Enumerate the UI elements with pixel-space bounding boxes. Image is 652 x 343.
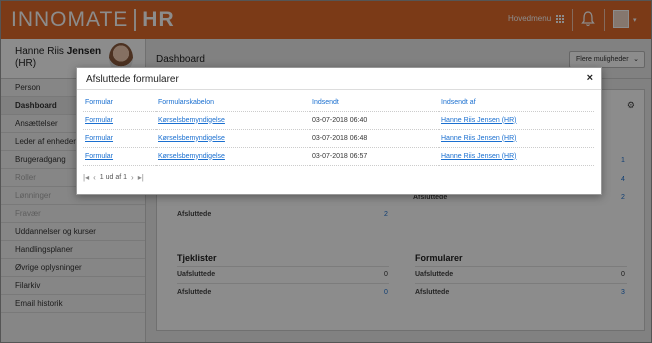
column-header-indsendt-af[interactable]: Indsendt af bbox=[439, 94, 594, 112]
table-header-row: Formular Formularskabelon Indsendt Indse… bbox=[83, 94, 594, 112]
page-indicator: 1 ud af 1 bbox=[99, 174, 128, 181]
prev-page-icon[interactable]: ‹ bbox=[93, 173, 96, 182]
form-template-link[interactable]: Kørselsbemyndigelse bbox=[158, 153, 225, 160]
dialog-header: Afsluttede formularer × bbox=[77, 68, 601, 90]
completed-forms-dialog: Afsluttede formularer × Formular Formula… bbox=[76, 67, 602, 195]
dialog-title: Afsluttede formularer bbox=[86, 74, 179, 85]
submitted-date: 03-07-2018 06:40 bbox=[310, 111, 439, 130]
form-template-link[interactable]: Kørselsbemyndigelse bbox=[158, 117, 225, 124]
submitted-by-link[interactable]: Hanne Riis Jensen (HR) bbox=[441, 135, 516, 142]
submitted-by-link[interactable]: Hanne Riis Jensen (HR) bbox=[441, 153, 516, 160]
column-header-formularskabelon[interactable]: Formularskabelon bbox=[156, 94, 310, 112]
table-row: Formular Kørselsbemyndigelse 03-07-2018 … bbox=[83, 129, 594, 148]
last-page-icon[interactable]: ▸| bbox=[138, 173, 144, 182]
submitted-date: 03-07-2018 06:57 bbox=[310, 147, 439, 166]
column-header-formular[interactable]: Formular bbox=[83, 94, 156, 112]
completed-forms-table: Formular Formularskabelon Indsendt Indse… bbox=[83, 94, 594, 166]
next-page-icon[interactable]: › bbox=[131, 173, 134, 182]
app-window: INNOMATE HR Hovedmenu ▾ Hanne Riis Jense… bbox=[0, 0, 652, 343]
submitted-date: 03-07-2018 06:48 bbox=[310, 129, 439, 148]
table-row: Formular Kørselsbemyndigelse 03-07-2018 … bbox=[83, 111, 594, 130]
form-link[interactable]: Formular bbox=[85, 117, 113, 124]
column-header-indsendt[interactable]: Indsendt bbox=[310, 94, 439, 112]
pagination: |◂ ‹ 1 ud af 1 › ▸| bbox=[83, 173, 144, 182]
form-link[interactable]: Formular bbox=[85, 135, 113, 142]
form-template-link[interactable]: Kørselsbemyndigelse bbox=[158, 135, 225, 142]
first-page-icon[interactable]: |◂ bbox=[83, 173, 89, 182]
submitted-by-link[interactable]: Hanne Riis Jensen (HR) bbox=[441, 117, 516, 124]
close-icon[interactable]: × bbox=[587, 72, 593, 84]
table-row: Formular Kørselsbemyndigelse 03-07-2018 … bbox=[83, 147, 594, 166]
form-link[interactable]: Formular bbox=[85, 153, 113, 160]
